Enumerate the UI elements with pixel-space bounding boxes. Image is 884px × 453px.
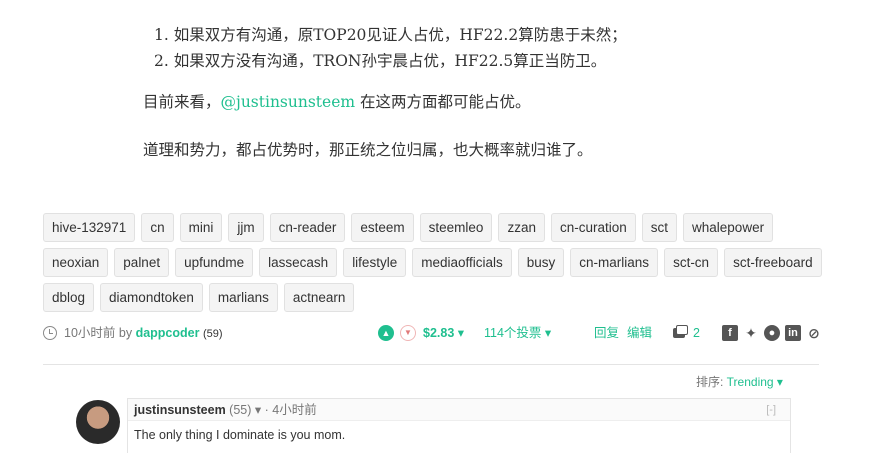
tag[interactable]: dblog <box>43 283 95 312</box>
comment: justinsunsteem (55) ▾ · 4小时前 [-] The onl… <box>127 398 791 453</box>
divider <box>43 364 819 365</box>
comments-count[interactable]: 2 <box>693 322 700 344</box>
tag[interactable]: jjm <box>228 213 264 242</box>
list-item: 2. 如果双方没有沟通，TRON孙宇晨占优，HF22.5算正当防卫。 <box>154 52 607 70</box>
tag[interactable]: lifestyle <box>343 248 407 277</box>
collapse-button[interactable]: [-] <box>766 399 776 421</box>
sort-label: 排序: <box>696 375 727 389</box>
post-time: 10小时前 by dappcoder (59) <box>64 322 223 345</box>
tag[interactable]: diamondtoken <box>100 283 203 312</box>
tag[interactable]: lassecash <box>259 248 338 277</box>
link-icon[interactable]: ⊘ <box>806 325 822 341</box>
tag[interactable]: cn-reader <box>269 213 346 242</box>
tag[interactable]: sct-freeboard <box>724 248 822 277</box>
comment-body: The only thing I dominate is you mom. <box>134 428 346 442</box>
tag[interactable]: cn-curation <box>550 213 636 242</box>
tag[interactable]: actnearn <box>283 283 355 312</box>
tag[interactable]: steemleo <box>419 213 493 242</box>
downvote-icon[interactable]: ▼ <box>400 325 416 341</box>
tag[interactable]: neoxian <box>43 248 109 277</box>
tag[interactable]: sct-cn <box>664 248 719 277</box>
sort-dropdown[interactable]: Trending ▾ <box>727 375 783 389</box>
upvote-icon[interactable]: ▲ <box>378 325 394 341</box>
post-paragraph: 道理和势力，都占优势时，那正统之位归属，也大概率就归谁了。 <box>143 141 593 159</box>
avatar[interactable] <box>76 400 120 444</box>
comment-author-reputation[interactable]: (55) ▾ <box>229 403 261 417</box>
tag-row: dblog diamondtoken marlians actnearn <box>43 283 823 312</box>
post-paragraph: 目前来看，@justinsunsteem 在这两方面都可能占优。 <box>143 90 531 112</box>
reddit-icon[interactable]: ● <box>764 325 780 341</box>
tag-row: neoxian palnet upfundme lassecash lifest… <box>43 248 823 277</box>
share-buttons: f ✦ ● in ⊘ <box>722 325 822 341</box>
tag[interactable]: sct <box>641 213 678 242</box>
comment-author-link[interactable]: justinsunsteem <box>134 403 226 417</box>
list-item: 1. 如果双方有沟通，原TOP20见证人占优，HF22.2算防患于未然； <box>154 26 627 44</box>
facebook-icon[interactable]: f <box>722 325 738 341</box>
clock-icon <box>43 326 57 340</box>
linkedin-icon[interactable]: in <box>785 325 801 341</box>
post-time-text: 10小时前 by <box>64 326 136 340</box>
reply-link[interactable]: 回复 <box>594 322 619 344</box>
paragraph-text: 目前来看， <box>143 93 221 111</box>
comments-icon[interactable] <box>673 325 688 338</box>
comment-header: justinsunsteem (55) ▾ · 4小时前 [-] <box>128 399 790 421</box>
twitter-icon[interactable]: ✦ <box>743 325 759 341</box>
paragraph-text: 在这两方面都可能占优。 <box>355 93 531 111</box>
tag[interactable]: cn-marlians <box>570 248 659 277</box>
edit-link[interactable]: 编辑 <box>627 322 652 344</box>
tag[interactable]: busy <box>517 248 565 277</box>
author-reputation: (59) <box>202 328 223 340</box>
tag[interactable]: esteem <box>351 213 414 242</box>
votes-dropdown[interactable]: 114个投票 ▾ <box>484 322 551 344</box>
tag[interactable]: marlians <box>208 283 278 312</box>
tag[interactable]: mini <box>179 213 223 242</box>
payout-dropdown[interactable]: $2.83 ▾ <box>423 322 464 344</box>
tag[interactable]: mediaofficials <box>412 248 512 277</box>
tag[interactable]: whalepower <box>683 213 774 242</box>
tag[interactable]: zzan <box>498 213 545 242</box>
tag[interactable]: hive-132971 <box>43 213 136 242</box>
comment-time[interactable]: · 4小时前 <box>265 403 317 417</box>
post-meta-bar: 10小时前 by dappcoder (59) ▲ ▼ $2.83 ▾ 114个… <box>43 322 823 344</box>
sort-control: 排序: Trending ▾ <box>696 373 783 390</box>
tag[interactable]: palnet <box>114 248 170 277</box>
user-mention-link[interactable]: @justinsunsteem <box>221 93 356 111</box>
tag[interactable]: cn <box>141 213 174 242</box>
tag[interactable]: upfundme <box>175 248 254 277</box>
author-link[interactable]: dappcoder <box>136 326 200 340</box>
tag-list: hive-132971 cn mini jjm cn-reader esteem… <box>43 213 823 318</box>
tag-row: hive-132971 cn mini jjm cn-reader esteem… <box>43 213 823 242</box>
post-ordered-list: 1. 如果双方有沟通，原TOP20见证人占优，HF22.2算防患于未然； 2. … <box>154 22 627 74</box>
